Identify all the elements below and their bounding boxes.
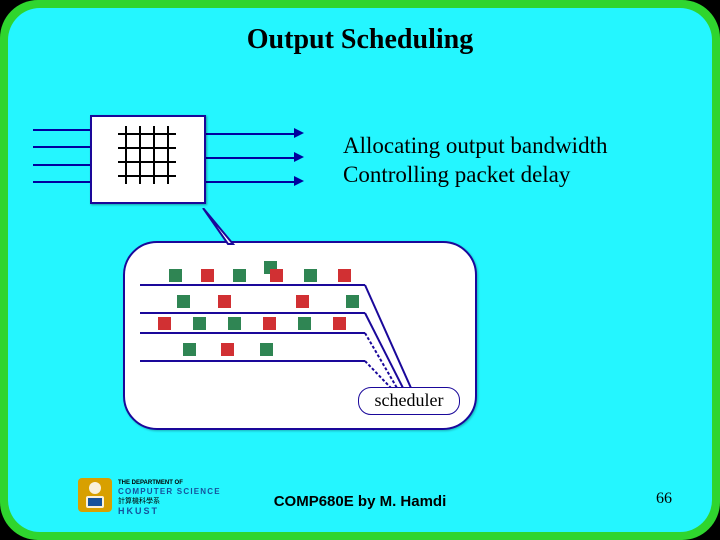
packet-square [228, 317, 241, 330]
packet-square [233, 269, 246, 282]
packet-square [193, 317, 206, 330]
packet-square [221, 343, 234, 356]
bullet-line: Controlling packet delay [343, 161, 607, 190]
arrowhead-icon [294, 176, 304, 186]
input-wire [33, 129, 90, 131]
bullet-line: Allocating output bandwidth [343, 132, 607, 161]
arrowhead-icon [294, 152, 304, 162]
input-wire [33, 164, 90, 166]
slide-title: Output Scheduling [8, 24, 712, 56]
scheduler-label: scheduler [358, 387, 460, 415]
packet-square [270, 269, 283, 282]
output-wire [204, 181, 294, 183]
packet-square [201, 269, 214, 282]
input-wire [33, 181, 90, 183]
packet-square [296, 295, 309, 308]
packet-square [298, 317, 311, 330]
packet-square [304, 269, 317, 282]
packet-square [158, 317, 171, 330]
packet-square [177, 295, 190, 308]
packet-square [263, 317, 276, 330]
packet-square [333, 317, 346, 330]
packet-square [218, 295, 231, 308]
slide-background: Output Scheduling Allocating output band… [8, 8, 712, 532]
bullet-list: Allocating output bandwidth Controlling … [343, 132, 607, 190]
output-wire [204, 133, 294, 135]
packet-square [183, 343, 196, 356]
page-number: 66 [656, 490, 672, 508]
packet-square [346, 295, 359, 308]
logo-top-line: THE DEPARTMENT OF [118, 480, 183, 486]
packet-square [260, 343, 273, 356]
arrowhead-icon [294, 128, 304, 138]
crossbar-grid-icon [118, 126, 176, 184]
packet-square [338, 269, 351, 282]
output-wire [204, 157, 294, 159]
slide-border: Output Scheduling Allocating output band… [0, 0, 720, 540]
footer-text: COMP680E by M. Hamdi [8, 493, 712, 510]
input-wire [33, 146, 90, 148]
callout-tail-icon [198, 208, 238, 248]
packet-square [169, 269, 182, 282]
